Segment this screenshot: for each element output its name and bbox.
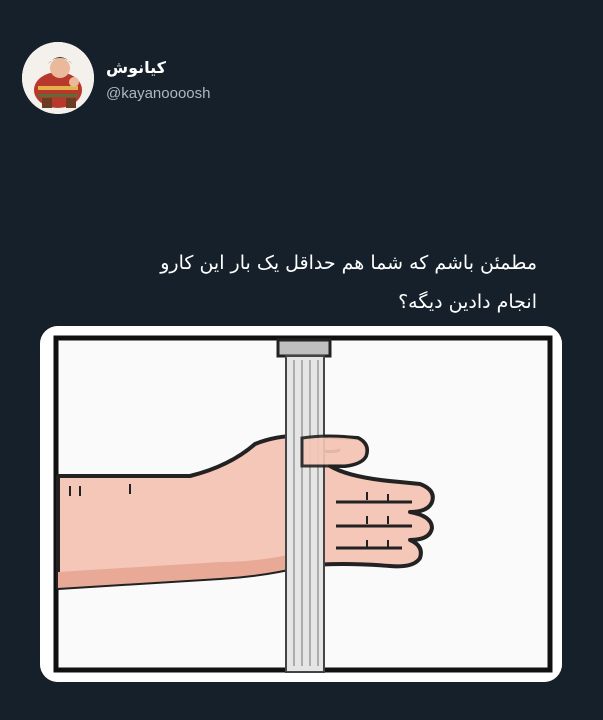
tweet-header: کیانوش @kayanoooosh [22,42,210,114]
avatar[interactable] [22,42,94,114]
hand-under-running-water-illustration-icon [40,326,562,682]
display-name[interactable]: کیانوش [106,58,210,77]
user-handle[interactable]: @kayanoooosh [106,85,210,102]
tweet-text: مطمئن باشم که شما هم حداقل یک بار این کا… [47,244,537,322]
user-block: کیانوش @kayanoooosh [106,54,210,102]
tweet-media[interactable] [40,326,562,682]
tweet-text-line-1: مطمئن باشم که شما هم حداقل یک بار این کا… [160,252,537,274]
cartoon-character-avatar-icon [22,42,94,114]
tweet-text-line-2: انجام دادین دیگه؟ [398,291,537,313]
